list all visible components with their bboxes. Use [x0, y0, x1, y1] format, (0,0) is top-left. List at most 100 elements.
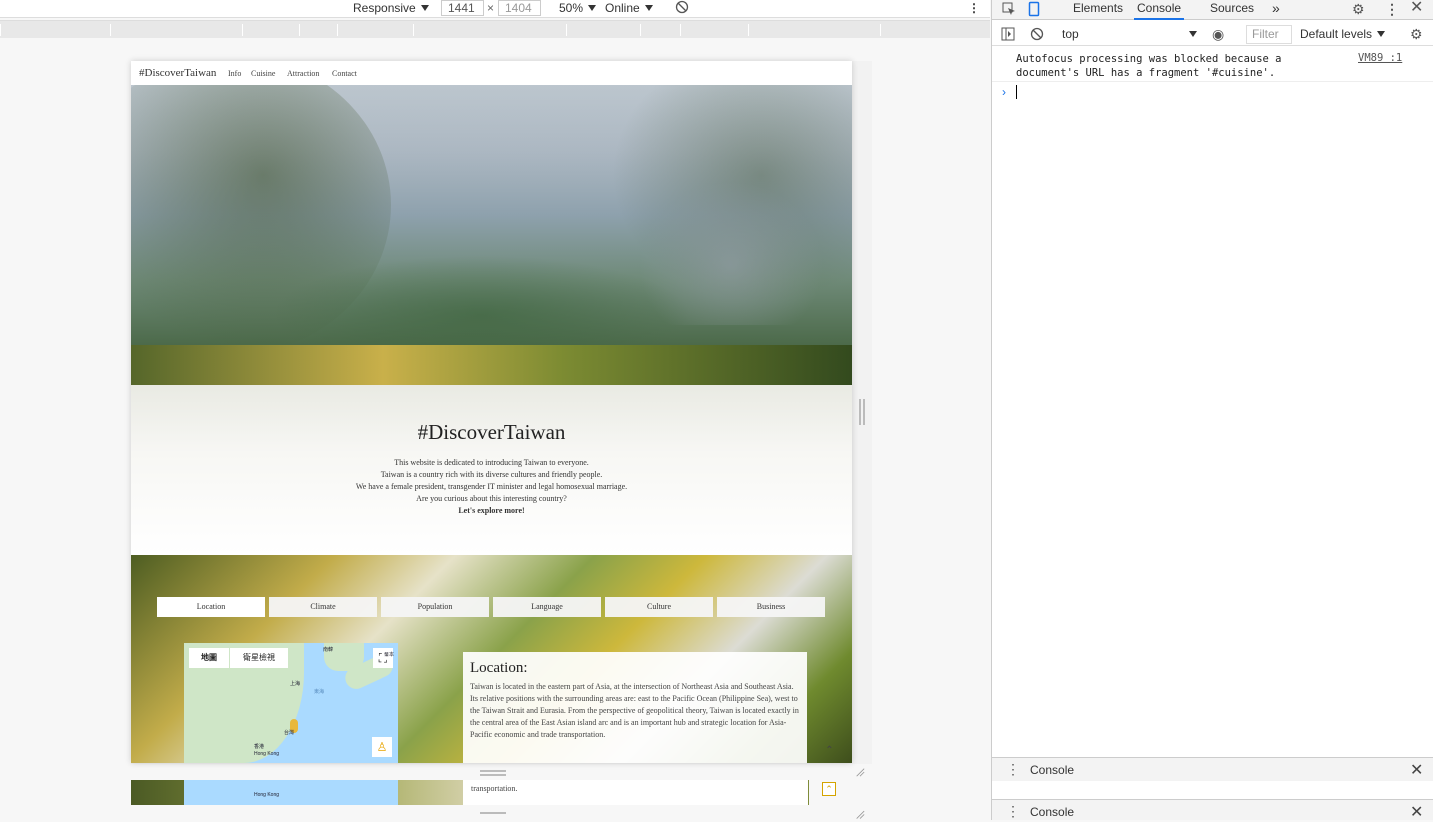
- tab-population[interactable]: Population: [381, 597, 489, 617]
- hero-image: [131, 85, 852, 345]
- scroll-top-button[interactable]: ⌃: [823, 745, 836, 758]
- map-type-map-button[interactable]: 地圖: [189, 648, 229, 668]
- site-nav: #DiscoverTaiwan Info Cuisine Attraction …: [131, 61, 852, 85]
- viewport-height-input[interactable]: 1404: [498, 0, 541, 16]
- viewport-right-resize-handle[interactable]: [859, 399, 865, 425]
- filter-input[interactable]: Filter: [1246, 25, 1292, 44]
- show-sidebar-icon[interactable]: [1001, 27, 1015, 41]
- log-levels-select[interactable]: Default levels: [1300, 26, 1386, 42]
- location-text: Taiwan is located in the eastern part of…: [470, 682, 799, 739]
- network-label: Online: [605, 1, 640, 15]
- page-viewport: #DiscoverTaiwan Info Cuisine Attraction …: [131, 61, 852, 763]
- intro-line: We have a female president, transgender …: [355, 482, 628, 491]
- tab-climate[interactable]: Climate: [269, 597, 377, 617]
- console-prompt-chevron-icon: ›: [1002, 85, 1006, 99]
- tab-culture[interactable]: Culture: [605, 597, 713, 617]
- ruler-tick: [640, 24, 641, 36]
- devtools-tabbar: Elements Console Sources » ⚙ ⋮ ✕: [992, 0, 1433, 20]
- intro-line: Are you curious about this interesting c…: [416, 494, 567, 503]
- rotate-icon: [675, 0, 689, 14]
- tab-language[interactable]: Language: [493, 597, 601, 617]
- ruler-tick: [413, 24, 414, 36]
- palm-strip: [131, 345, 852, 385]
- inspect-element-icon[interactable]: [1002, 2, 1016, 16]
- close-icon[interactable]: ✕: [1410, 0, 1423, 16]
- ghost-card: transportation.: [463, 780, 808, 805]
- intro-line: Taiwan is a country rich with its divers…: [380, 470, 603, 479]
- drawer-menu-icon[interactable]: ⋮: [1006, 803, 1020, 819]
- tab-sources[interactable]: Sources: [1210, 0, 1254, 20]
- zoom-label: 50%: [559, 1, 584, 15]
- eye-icon[interactable]: ◉: [1212, 26, 1224, 42]
- network-throttle-select[interactable]: Online: [605, 0, 653, 17]
- ruler-tick: [110, 24, 111, 36]
- nav-cuisine-link[interactable]: Cuisine: [251, 69, 275, 78]
- nav-contact-link[interactable]: Contact: [332, 69, 357, 78]
- ghost-card-text: transportation.: [471, 784, 518, 793]
- page-overflow-preview: Hong Kong transportation.: [131, 780, 809, 805]
- intro-title: #DiscoverTaiwan: [417, 420, 566, 444]
- resize-corner-icon[interactable]: [855, 809, 865, 819]
- tab-elements[interactable]: Elements: [1073, 0, 1123, 20]
- map-label: 台灣: [284, 730, 295, 736]
- settings-gear-icon[interactable]: ⚙: [1352, 1, 1365, 17]
- more-options-icon[interactable]: ⋮: [1385, 1, 1399, 17]
- device-mode-label: Responsive: [353, 1, 416, 15]
- map-type-satellite-button[interactable]: 衛星檢視: [230, 648, 288, 668]
- ruler-tick: [748, 24, 749, 36]
- console-input-cursor[interactable]: [1016, 85, 1017, 99]
- drawer-tab-console[interactable]: Console: [1030, 763, 1074, 777]
- nav-attraction-link[interactable]: Attraction: [287, 69, 319, 78]
- dimension-separator: ×: [487, 1, 495, 15]
- more-tabs-icon[interactable]: »: [1272, 0, 1280, 20]
- clear-console-icon[interactable]: [1030, 27, 1044, 41]
- ruler-tick: [566, 24, 567, 36]
- rotate-button[interactable]: [675, 0, 689, 17]
- map-label: 上海: [290, 681, 301, 687]
- console-message-text: Autofocus processing was blocked because…: [1016, 53, 1282, 79]
- close-drawer-icon[interactable]: ✕: [1410, 802, 1423, 822]
- ruler-tick: [880, 24, 881, 36]
- site-brand[interactable]: #DiscoverTaiwan: [139, 67, 216, 79]
- tab-business[interactable]: Business: [717, 597, 825, 617]
- drawer-tab-console[interactable]: Console: [1030, 805, 1074, 819]
- tab-console[interactable]: Console: [1134, 0, 1185, 20]
- context-select[interactable]: top: [1062, 26, 1197, 42]
- map-label: 南韓: [323, 647, 334, 653]
- chevron-down-icon: [644, 5, 653, 11]
- scroll-top-icon[interactable]: ⌃: [822, 782, 836, 796]
- map-label: 日本: [384, 652, 395, 658]
- console-settings-gear-icon[interactable]: ⚙: [1410, 26, 1423, 42]
- ruler-tick: [299, 24, 300, 36]
- console-message-source-link[interactable]: VM89 :1: [1358, 52, 1402, 64]
- map-label: Hong Kong: [254, 751, 280, 757]
- device-mode-select[interactable]: Responsive: [353, 0, 429, 17]
- chevron-down-icon: [588, 5, 597, 11]
- zoom-select[interactable]: 50%: [559, 0, 597, 17]
- console-message: Autofocus processing was blocked because…: [992, 48, 1433, 82]
- ruler-tick: [337, 24, 338, 36]
- viewport-width-input[interactable]: 1441: [441, 0, 484, 16]
- console-drawer: ⋮ Console ✕: [992, 757, 1433, 781]
- map-label: 東海: [314, 689, 325, 695]
- media-query-bar[interactable]: [0, 20, 990, 38]
- nav-info-link[interactable]: Info: [228, 69, 241, 78]
- chevron-down-icon: [1377, 31, 1386, 37]
- chevron-down-icon: [420, 5, 429, 11]
- google-map[interactable]: 地圖 衛星檢視 ⛶ 南韓 日本 上海 台灣 香港 Hong Kong 東海 ♙: [184, 643, 398, 763]
- close-drawer-icon[interactable]: ✕: [1410, 760, 1423, 780]
- tab-location[interactable]: Location: [157, 597, 265, 617]
- resize-corner-icon[interactable]: [855, 767, 865, 777]
- viewport-bottom-resize-handle[interactable]: [480, 770, 506, 776]
- drawer-menu-icon[interactable]: ⋮: [1006, 761, 1020, 777]
- device-toolbar-toggle-icon[interactable]: [1028, 1, 1040, 17]
- more-options-icon[interactable]: ⋮: [968, 0, 980, 17]
- bottom-resize-handle[interactable]: [480, 812, 506, 818]
- console-toolbar: top ◉ Default levels ⚙: [992, 22, 1433, 46]
- chevron-down-icon: [1189, 31, 1197, 37]
- devtools-panel: Elements Console Sources » ⚙ ⋮ ✕ top ◉ D…: [991, 0, 1433, 822]
- ruler-segment: [0, 24, 990, 36]
- street-view-pegman-icon[interactable]: ♙: [372, 737, 392, 757]
- location-heading: Location:: [470, 660, 528, 676]
- ghost-map: Hong Kong: [184, 780, 398, 805]
